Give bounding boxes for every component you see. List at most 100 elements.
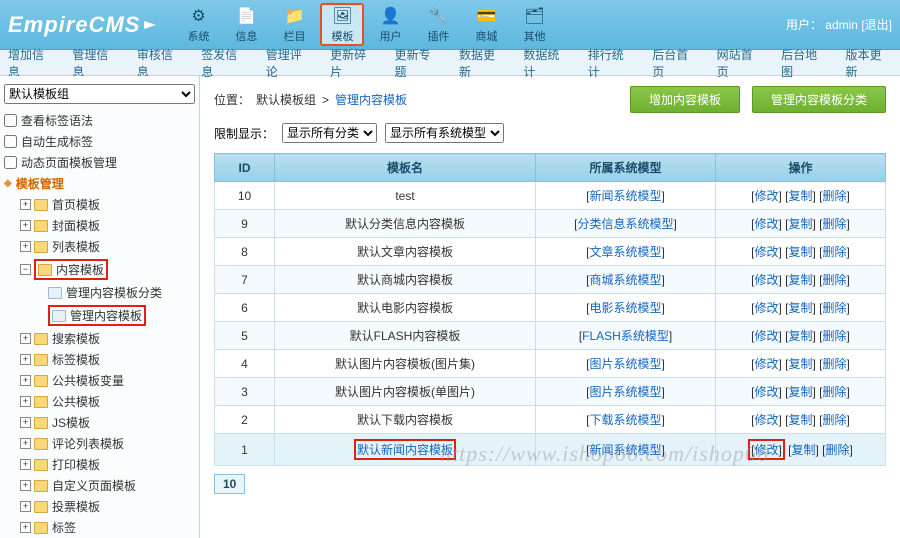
- subnav-item[interactable]: 排行统计: [588, 46, 634, 80]
- topnav-系统[interactable]: ⚙系统: [176, 3, 220, 46]
- model-link[interactable]: 新闻系统模型: [589, 189, 661, 203]
- copy-link[interactable]: 复制: [791, 443, 815, 457]
- model-link[interactable]: 商城系统模型: [589, 273, 661, 287]
- filter-model-select[interactable]: 显示所有系统模型: [385, 123, 504, 143]
- expand-icon[interactable]: +: [20, 522, 31, 533]
- expand-icon[interactable]: +: [20, 375, 31, 386]
- model-link[interactable]: 文章系统模型: [589, 245, 661, 259]
- subnav-item[interactable]: 管理评论: [266, 46, 312, 80]
- tree-item[interactable]: +搜索模板: [4, 328, 195, 349]
- subnav-item[interactable]: 后台地图: [781, 46, 827, 80]
- delete-link[interactable]: 删除: [823, 385, 847, 399]
- subnav-item[interactable]: 版本更新: [845, 46, 891, 80]
- tree-sub-item[interactable]: 管理内容模板: [4, 303, 195, 328]
- edit-link[interactable]: 修改: [754, 329, 778, 343]
- copy-link[interactable]: 复制: [788, 413, 812, 427]
- tree-item[interactable]: +公共模板变量: [4, 370, 195, 391]
- topnav-模板[interactable]: 🖼模板: [320, 3, 364, 46]
- tree-item[interactable]: +JS模板: [4, 412, 195, 433]
- model-link[interactable]: FLASH系统模型: [582, 329, 669, 343]
- delete-link[interactable]: 删除: [826, 443, 850, 457]
- expand-icon[interactable]: +: [20, 333, 31, 344]
- page-number[interactable]: 10: [214, 474, 245, 494]
- add-template-button[interactable]: 增加内容模板: [630, 86, 740, 113]
- delete-link[interactable]: 删除: [823, 413, 847, 427]
- expand-icon[interactable]: +: [20, 199, 31, 210]
- expand-icon[interactable]: +: [20, 438, 31, 449]
- edit-link[interactable]: 修改: [754, 385, 778, 399]
- tree-item[interactable]: +标签模板: [4, 349, 195, 370]
- edit-link[interactable]: 修改: [754, 245, 778, 259]
- subnav-item[interactable]: 数据更新: [459, 46, 505, 80]
- edit-link[interactable]: 修改: [754, 357, 778, 371]
- template-group-select[interactable]: 默认模板组: [4, 84, 195, 104]
- topnav-其他[interactable]: 🗂其他: [512, 3, 556, 46]
- topnav-用户[interactable]: 👤用户: [368, 3, 412, 46]
- subnav-item[interactable]: 更新专题: [395, 46, 441, 80]
- edit-link[interactable]: 修改: [754, 217, 778, 231]
- copy-link[interactable]: 复制: [788, 301, 812, 315]
- delete-link[interactable]: 删除: [823, 245, 847, 259]
- expand-icon[interactable]: +: [20, 501, 31, 512]
- tree-item[interactable]: +打印模板: [4, 454, 195, 475]
- edit-link[interactable]: 修改: [754, 273, 778, 287]
- tree-item[interactable]: 自动生成标签: [4, 131, 195, 152]
- expand-icon[interactable]: +: [20, 459, 31, 470]
- copy-link[interactable]: 复制: [788, 385, 812, 399]
- tree-item[interactable]: +列表模板: [4, 236, 195, 257]
- copy-link[interactable]: 复制: [788, 245, 812, 259]
- subnav-item[interactable]: 签发信息: [201, 46, 247, 80]
- tree-item[interactable]: +标签: [4, 517, 195, 538]
- tree-item[interactable]: +投票模板: [4, 496, 195, 517]
- subnav-item[interactable]: 数据统计: [523, 46, 569, 80]
- tree-sub-item[interactable]: 管理内容模板分类: [4, 282, 195, 303]
- manage-category-button[interactable]: 管理内容模板分类: [752, 86, 886, 113]
- tree-item[interactable]: +首页模板: [4, 194, 195, 215]
- expand-icon[interactable]: +: [20, 396, 31, 407]
- expand-icon[interactable]: +: [20, 354, 31, 365]
- filter-category-select[interactable]: 显示所有分类: [282, 123, 377, 143]
- edit-link[interactable]: 修改: [754, 443, 778, 457]
- subnav-item[interactable]: 网站首页: [717, 46, 763, 80]
- topnav-信息[interactable]: 📄信息: [224, 3, 268, 46]
- breadcrumb-current[interactable]: 管理内容模板: [335, 91, 407, 108]
- delete-link[interactable]: 删除: [823, 301, 847, 315]
- copy-link[interactable]: 复制: [788, 217, 812, 231]
- expand-icon[interactable]: +: [20, 220, 31, 231]
- subnav-item[interactable]: 更新碎片: [330, 46, 376, 80]
- template-name-link[interactable]: 默认新闻内容模板: [357, 443, 453, 457]
- topnav-插件[interactable]: 🔧插件: [416, 3, 460, 46]
- model-link[interactable]: 下载系统模型: [589, 413, 661, 427]
- expand-icon[interactable]: +: [20, 241, 31, 252]
- model-link[interactable]: 新闻系统模型: [589, 443, 661, 457]
- expand-icon[interactable]: +: [20, 480, 31, 491]
- subnav-item[interactable]: 增加信息: [8, 46, 54, 80]
- tree-item[interactable]: 查看标签语法: [4, 110, 195, 131]
- model-link[interactable]: 电影系统模型: [589, 301, 661, 315]
- checkbox[interactable]: [4, 156, 17, 169]
- expand-icon[interactable]: +: [20, 417, 31, 428]
- model-link[interactable]: 图片系统模型: [589, 385, 661, 399]
- delete-link[interactable]: 删除: [823, 217, 847, 231]
- tree-item[interactable]: +自定义页面模板: [4, 475, 195, 496]
- delete-link[interactable]: 删除: [823, 329, 847, 343]
- copy-link[interactable]: 复制: [788, 329, 812, 343]
- edit-link[interactable]: 修改: [754, 413, 778, 427]
- edit-link[interactable]: 修改: [754, 301, 778, 315]
- logout-link[interactable]: [退出]: [861, 18, 892, 32]
- tree-item[interactable]: +公共模板: [4, 391, 195, 412]
- subnav-item[interactable]: 管理信息: [72, 46, 118, 80]
- copy-link[interactable]: 复制: [788, 357, 812, 371]
- model-link[interactable]: 图片系统模型: [589, 357, 661, 371]
- subnav-item[interactable]: 后台首页: [652, 46, 698, 80]
- topnav-栏目[interactable]: 📁栏目: [272, 3, 316, 46]
- model-link[interactable]: 分类信息系统模型: [577, 217, 673, 231]
- topnav-商城[interactable]: 💳商城: [464, 3, 508, 46]
- tree-item[interactable]: 动态页面模板管理: [4, 152, 195, 173]
- tree-item[interactable]: +封面模板: [4, 215, 195, 236]
- edit-link[interactable]: 修改: [754, 189, 778, 203]
- collapse-icon[interactable]: −: [20, 264, 31, 275]
- checkbox[interactable]: [4, 135, 17, 148]
- delete-link[interactable]: 删除: [823, 189, 847, 203]
- tree-item[interactable]: +评论列表模板: [4, 433, 195, 454]
